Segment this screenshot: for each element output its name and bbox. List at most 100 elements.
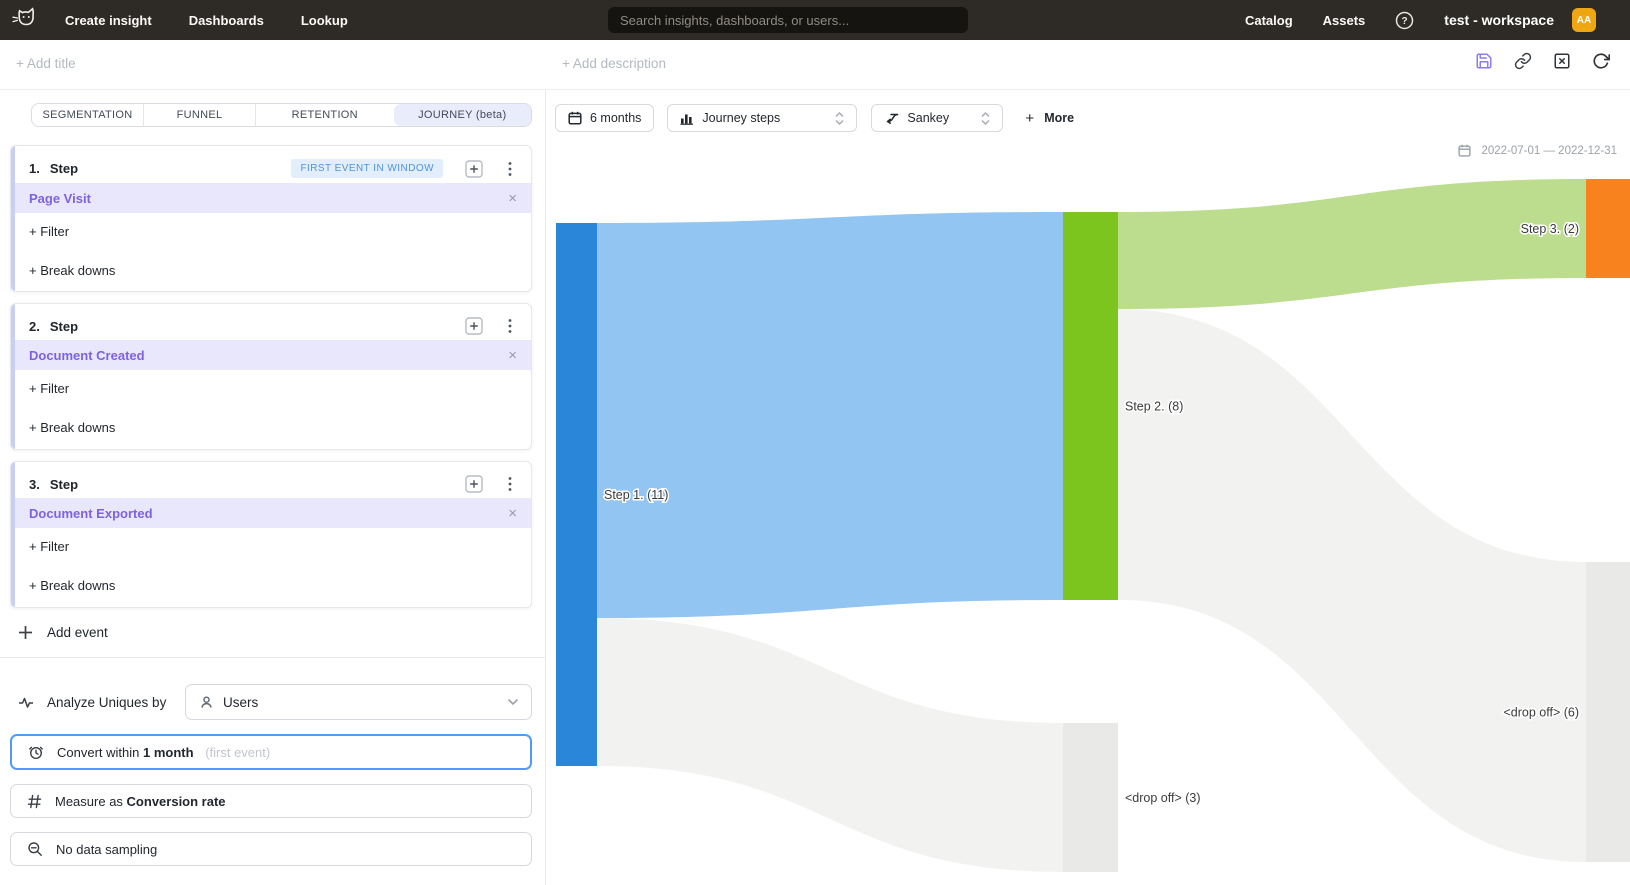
panel-divider bbox=[0, 657, 545, 658]
sankey-icon bbox=[884, 112, 899, 125]
nav-create-insight[interactable]: Create insight bbox=[65, 13, 152, 28]
avatar[interactable]: AA bbox=[1572, 8, 1596, 32]
chart-type-select[interactable]: Sankey bbox=[871, 104, 1003, 132]
add-title-button[interactable]: + Add title bbox=[16, 56, 76, 71]
event-name: Page Visit bbox=[29, 191, 91, 206]
app-root: Create insight Dashboards Lookup Catalog… bbox=[0, 0, 1630, 885]
add-step-event-button[interactable] bbox=[465, 160, 483, 178]
conversion-window-value: 1 month bbox=[143, 745, 194, 760]
measure-as-text: Measure as Conversion rate bbox=[55, 794, 226, 809]
chart-toolbar: 6 months Journey steps Sankey bbox=[555, 104, 1074, 132]
tab-journey[interactable]: JOURNEY (beta) bbox=[394, 104, 531, 126]
hash-icon bbox=[27, 794, 42, 809]
date-period-value: 6 months bbox=[590, 111, 641, 125]
copy-link-icon[interactable] bbox=[1514, 52, 1532, 70]
help-icon[interactable]: ? bbox=[1395, 11, 1414, 30]
sankey-link-step1-to-dropoff-s2[interactable] bbox=[597, 618, 1063, 872]
sankey-node-label-dropoff-s2: <drop off> (3) bbox=[1125, 791, 1201, 805]
step-number: 3. bbox=[29, 477, 40, 492]
add-event-label: Add event bbox=[47, 625, 108, 640]
step-menu-icon[interactable] bbox=[503, 475, 517, 493]
activity-icon bbox=[18, 695, 34, 710]
metric-select[interactable]: Journey steps bbox=[667, 104, 857, 132]
event-chip[interactable]: Document Exported × bbox=[11, 498, 531, 528]
sankey-node-dropoff-s3[interactable] bbox=[1586, 562, 1630, 862]
sankey-link-step2-to-step3[interactable] bbox=[1118, 179, 1586, 309]
event-chip[interactable]: Page Visit × bbox=[11, 183, 531, 213]
add-filter-button[interactable]: + Filter bbox=[29, 381, 69, 396]
measure-as-value: Conversion rate bbox=[127, 794, 226, 809]
measure-as-control[interactable]: Measure as Conversion rate bbox=[10, 784, 532, 818]
convert-within-text: Convert within 1 month (first event) bbox=[57, 745, 270, 760]
sankey-link-step2-to-dropoff-s3[interactable] bbox=[1118, 309, 1586, 862]
remove-event-icon[interactable]: × bbox=[508, 506, 517, 521]
add-step-event-button[interactable] bbox=[465, 475, 483, 493]
app-logo[interactable] bbox=[9, 5, 43, 35]
data-sampling-label: No data sampling bbox=[56, 842, 157, 857]
nav-lookup[interactable]: Lookup bbox=[301, 13, 348, 28]
header-actions bbox=[1475, 52, 1610, 70]
nav-catalog[interactable]: Catalog bbox=[1245, 13, 1293, 28]
date-period-button[interactable]: 6 months bbox=[555, 104, 654, 132]
step-menu-icon[interactable] bbox=[503, 160, 517, 178]
sankey-node-label-dropoff-s3: <drop off> (6) bbox=[1503, 705, 1579, 719]
save-icon[interactable] bbox=[1475, 52, 1493, 70]
query-config-panel: SEGMENTATION FUNNEL RETENTION JOURNEY (b… bbox=[0, 90, 546, 885]
data-sampling-control[interactable]: No data sampling bbox=[10, 832, 532, 866]
analyze-by-select[interactable]: Users bbox=[185, 684, 532, 720]
add-event-button[interactable]: Add event bbox=[18, 625, 108, 640]
sankey-node-dropoff-s2[interactable] bbox=[1063, 723, 1118, 872]
analyze-row: Analyze Uniques by Users bbox=[18, 684, 532, 720]
step-1-header: 1. Step FIRST EVENT IN WINDOW bbox=[11, 146, 531, 178]
add-description-button[interactable]: + Add description bbox=[562, 56, 666, 71]
add-filter-button[interactable]: + Filter bbox=[29, 539, 69, 554]
add-breakdown-button[interactable]: + Break downs bbox=[29, 578, 115, 593]
tab-segmentation[interactable]: SEGMENTATION bbox=[32, 104, 143, 126]
add-breakdown-button[interactable]: + Break downs bbox=[29, 263, 115, 278]
add-filter-button[interactable]: + Filter bbox=[29, 224, 69, 239]
event-name: Document Exported bbox=[29, 506, 153, 521]
conversion-window-hint: (first event) bbox=[205, 745, 270, 760]
sankey-node-step3[interactable] bbox=[1586, 179, 1630, 278]
clear-icon[interactable] bbox=[1553, 52, 1571, 70]
step-card-1: 1. Step FIRST EVENT IN WINDOW Page Visit… bbox=[10, 145, 532, 292]
insight-header: + Add title + Add description bbox=[0, 40, 1630, 90]
sankey-link-step1-to-step2[interactable] bbox=[597, 212, 1063, 618]
add-step-event-button[interactable] bbox=[465, 317, 483, 335]
nav-dashboards[interactable]: Dashboards bbox=[189, 13, 264, 28]
chart-area: 6 months Journey steps Sankey bbox=[547, 90, 1630, 885]
step-card-3: 3. Step Document Exported × + Filter + B… bbox=[10, 461, 532, 608]
refresh-icon[interactable] bbox=[1592, 52, 1610, 70]
plus-icon: + bbox=[1025, 110, 1034, 127]
user-icon bbox=[199, 695, 214, 710]
more-label: More bbox=[1044, 111, 1074, 125]
step-card-2: 2. Step Document Created × + Filter + Br… bbox=[10, 303, 532, 450]
sankey-node-step1[interactable] bbox=[556, 223, 597, 766]
metric-select-value: Journey steps bbox=[702, 111, 780, 125]
tab-retention[interactable]: RETENTION bbox=[255, 104, 393, 126]
chevrons-updown-icon bbox=[981, 112, 990, 125]
more-options-button[interactable]: + More bbox=[1025, 110, 1074, 127]
event-name: Document Created bbox=[29, 348, 145, 363]
step-title: Step bbox=[50, 477, 78, 492]
event-chip[interactable]: Document Created × bbox=[11, 340, 531, 370]
step-2-header: 2. Step bbox=[11, 304, 531, 335]
remove-event-icon[interactable]: × bbox=[508, 348, 517, 363]
analyze-by-label: Analyze Uniques by bbox=[47, 695, 166, 710]
conversion-window-control[interactable]: Convert within 1 month (first event) bbox=[10, 734, 532, 770]
search-input[interactable] bbox=[608, 7, 968, 33]
step-menu-icon[interactable] bbox=[503, 317, 517, 335]
tab-funnel[interactable]: FUNNEL bbox=[143, 104, 255, 126]
analyze-by-value: Users bbox=[223, 695, 258, 710]
add-breakdown-button[interactable]: + Break downs bbox=[29, 420, 115, 435]
date-range-display[interactable]: 2022-07-01 — 2022-12-31 bbox=[1458, 144, 1617, 157]
plus-icon bbox=[18, 625, 33, 640]
zoom-out-icon bbox=[27, 841, 43, 857]
sankey-node-label-step1: Step 1. (11) bbox=[604, 488, 668, 502]
sankey-node-step2[interactable] bbox=[1063, 212, 1118, 600]
chevron-down-icon bbox=[508, 699, 518, 705]
nav-assets[interactable]: Assets bbox=[1323, 13, 1366, 28]
remove-event-icon[interactable]: × bbox=[508, 191, 517, 206]
step-number: 2. bbox=[29, 319, 40, 334]
workspace-name[interactable]: test - workspace bbox=[1444, 12, 1554, 28]
